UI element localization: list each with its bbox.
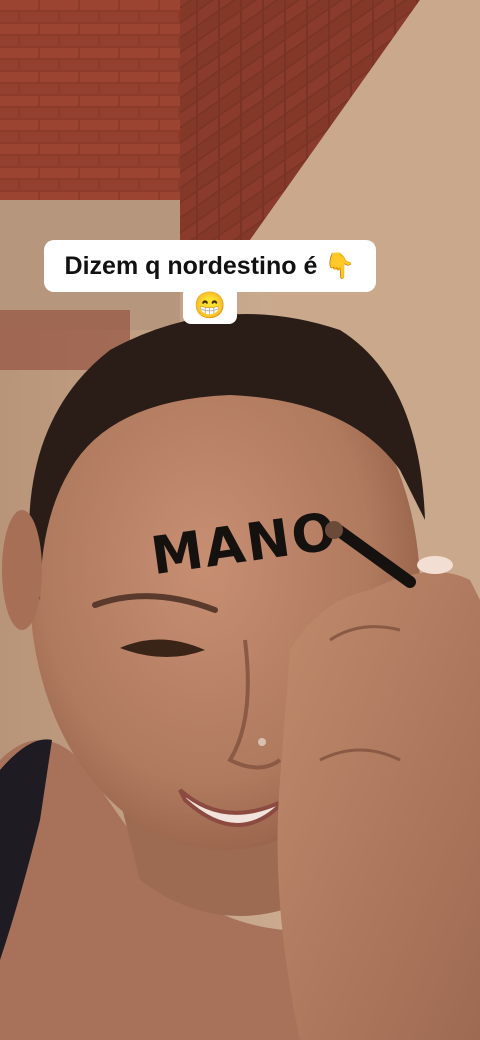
ear xyxy=(2,510,42,630)
caption-line-2: 😁 xyxy=(183,286,237,324)
caption-line-1: Dizem q nordestino é 👇 xyxy=(44,240,376,292)
video-frame: MANO xyxy=(0,0,480,1040)
brick-ceiling xyxy=(0,0,190,200)
hand xyxy=(277,572,480,1040)
